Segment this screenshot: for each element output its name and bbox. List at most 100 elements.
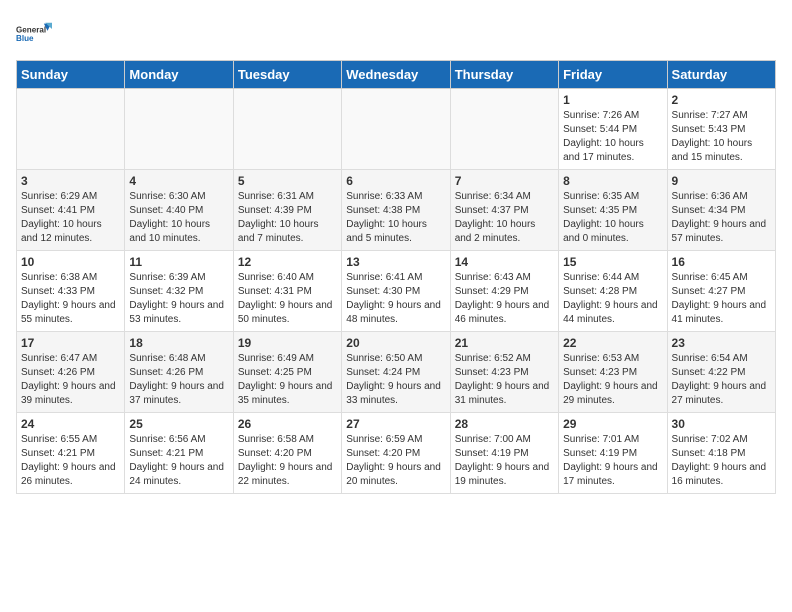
calendar-cell: 14Sunrise: 6:43 AM Sunset: 4:29 PM Dayli… [450, 251, 558, 332]
day-number: 26 [238, 417, 337, 431]
calendar-cell [342, 89, 450, 170]
day-info: Sunrise: 6:30 AM Sunset: 4:40 PM Dayligh… [129, 190, 228, 246]
day-info: Sunrise: 7:26 AM Sunset: 5:44 PM Dayligh… [563, 109, 662, 165]
logo: GeneralBlue [16, 16, 52, 52]
day-info: Sunrise: 6:38 AM Sunset: 4:33 PM Dayligh… [21, 271, 120, 327]
week-row-2: 3 Sunrise: 6:29 AM Sunset: 4:41 PM Daylig… [17, 170, 776, 251]
header: GeneralBlue [16, 16, 776, 52]
day-info: Sunrise: 7:00 AM Sunset: 4:19 PM Dayligh… [455, 433, 554, 489]
weekday-header-tuesday: Tuesday [233, 61, 341, 89]
weekday-header-saturday: Saturday [667, 61, 775, 89]
day-number: 25 [129, 417, 228, 431]
day-info: Sunrise: 6:35 AM Sunset: 4:35 PM Dayligh… [563, 190, 662, 246]
day-number: 1 [563, 93, 662, 107]
calendar-cell: 1 Sunrise: 7:26 AM Sunset: 5:44 PM Daylig… [559, 89, 667, 170]
calendar: SundayMondayTuesdayWednesdayThursdayFrid… [16, 60, 776, 494]
day-number: 12 [238, 255, 337, 269]
day-info: Sunrise: 6:47 AM Sunset: 4:26 PM Dayligh… [21, 352, 120, 408]
week-row-3: 10 Sunrise: 6:38 AM Sunset: 4:33 PM Dayli… [17, 251, 776, 332]
day-info: Sunrise: 6:55 AM Sunset: 4:21 PM Dayligh… [21, 433, 120, 489]
week-row-4: 17 Sunrise: 6:47 AM Sunset: 4:26 PM Dayli… [17, 332, 776, 413]
day-number: 22 [563, 336, 662, 350]
calendar-cell [17, 89, 125, 170]
day-number: 16 [672, 255, 771, 269]
calendar-cell: 6 Sunrise: 6:33 AM Sunset: 4:38 PM Daylig… [342, 170, 450, 251]
day-number: 6 [346, 174, 445, 188]
calendar-cell: 13Sunrise: 6:41 AM Sunset: 4:30 PM Dayli… [342, 251, 450, 332]
day-info: Sunrise: 6:40 AM Sunset: 4:31 PM Dayligh… [238, 271, 337, 327]
day-info: Sunrise: 6:44 AM Sunset: 4:28 PM Dayligh… [563, 271, 662, 327]
weekday-header-monday: Monday [125, 61, 233, 89]
calendar-cell: 16 Sunrise: 6:45 AM Sunset: 4:27 PM Dayli… [667, 251, 775, 332]
calendar-cell: 23 Sunrise: 6:54 AM Sunset: 4:22 PM Dayli… [667, 332, 775, 413]
logo-icon: GeneralBlue [16, 16, 52, 52]
calendar-cell: 10 Sunrise: 6:38 AM Sunset: 4:33 PM Dayli… [17, 251, 125, 332]
day-info: Sunrise: 6:56 AM Sunset: 4:21 PM Dayligh… [129, 433, 228, 489]
calendar-cell [450, 89, 558, 170]
day-number: 23 [672, 336, 771, 350]
day-number: 11 [129, 255, 228, 269]
calendar-cell: 24 Sunrise: 6:55 AM Sunset: 4:21 PM Dayli… [17, 413, 125, 494]
day-number: 28 [455, 417, 554, 431]
calendar-cell: 22 Sunrise: 6:53 AM Sunset: 4:23 PM Dayli… [559, 332, 667, 413]
weekday-header-wednesday: Wednesday [342, 61, 450, 89]
day-number: 8 [563, 174, 662, 188]
calendar-cell: 19Sunrise: 6:49 AM Sunset: 4:25 PM Dayli… [233, 332, 341, 413]
calendar-cell: 17 Sunrise: 6:47 AM Sunset: 4:26 PM Dayli… [17, 332, 125, 413]
day-info: Sunrise: 6:39 AM Sunset: 4:32 PM Dayligh… [129, 271, 228, 327]
day-info: Sunrise: 7:01 AM Sunset: 4:19 PM Dayligh… [563, 433, 662, 489]
day-number: 24 [21, 417, 120, 431]
calendar-cell: 11 Sunrise: 6:39 AM Sunset: 4:32 PM Dayli… [125, 251, 233, 332]
day-number: 15 [563, 255, 662, 269]
day-info: Sunrise: 6:33 AM Sunset: 4:38 PM Dayligh… [346, 190, 445, 246]
day-info: Sunrise: 7:02 AM Sunset: 4:18 PM Dayligh… [672, 433, 771, 489]
day-number: 10 [21, 255, 120, 269]
week-row-5: 24 Sunrise: 6:55 AM Sunset: 4:21 PM Dayli… [17, 413, 776, 494]
day-info: Sunrise: 6:49 AM Sunset: 4:25 PM Dayligh… [238, 352, 337, 408]
day-info: Sunrise: 6:48 AM Sunset: 4:26 PM Dayligh… [129, 352, 228, 408]
day-number: 17 [21, 336, 120, 350]
day-info: Sunrise: 6:59 AM Sunset: 4:20 PM Dayligh… [346, 433, 445, 489]
day-info: Sunrise: 6:53 AM Sunset: 4:23 PM Dayligh… [563, 352, 662, 408]
day-info: Sunrise: 7:27 AM Sunset: 5:43 PM Dayligh… [672, 109, 771, 165]
week-row-1: 1 Sunrise: 7:26 AM Sunset: 5:44 PM Daylig… [17, 89, 776, 170]
calendar-cell: 18Sunrise: 6:48 AM Sunset: 4:26 PM Dayli… [125, 332, 233, 413]
day-info: Sunrise: 6:34 AM Sunset: 4:37 PM Dayligh… [455, 190, 554, 246]
day-number: 2 [672, 93, 771, 107]
calendar-cell: 8 Sunrise: 6:35 AM Sunset: 4:35 PM Daylig… [559, 170, 667, 251]
calendar-cell: 28 Sunrise: 7:00 AM Sunset: 4:19 PM Dayli… [450, 413, 558, 494]
calendar-cell: 9 Sunrise: 6:36 AM Sunset: 4:34 PM Daylig… [667, 170, 775, 251]
day-info: Sunrise: 6:50 AM Sunset: 4:24 PM Dayligh… [346, 352, 445, 408]
day-number: 30 [672, 417, 771, 431]
calendar-cell: 4 Sunrise: 6:30 AM Sunset: 4:40 PM Daylig… [125, 170, 233, 251]
calendar-cell: 5 Sunrise: 6:31 AM Sunset: 4:39 PM Daylig… [233, 170, 341, 251]
weekday-header-friday: Friday [559, 61, 667, 89]
day-number: 21 [455, 336, 554, 350]
day-info: Sunrise: 6:52 AM Sunset: 4:23 PM Dayligh… [455, 352, 554, 408]
day-number: 5 [238, 174, 337, 188]
day-number: 9 [672, 174, 771, 188]
calendar-cell [233, 89, 341, 170]
calendar-cell: 2 Sunrise: 7:27 AM Sunset: 5:43 PM Daylig… [667, 89, 775, 170]
calendar-cell: 30 Sunrise: 7:02 AM Sunset: 4:18 PM Dayli… [667, 413, 775, 494]
calendar-cell: 29 Sunrise: 7:01 AM Sunset: 4:19 PM Dayli… [559, 413, 667, 494]
day-number: 20 [346, 336, 445, 350]
day-number: 14 [455, 255, 554, 269]
day-info: Sunrise: 6:29 AM Sunset: 4:41 PM Dayligh… [21, 190, 120, 246]
day-number: 4 [129, 174, 228, 188]
day-info: Sunrise: 6:31 AM Sunset: 4:39 PM Dayligh… [238, 190, 337, 246]
calendar-cell: 20 Sunrise: 6:50 AM Sunset: 4:24 PM Dayli… [342, 332, 450, 413]
day-info: Sunrise: 6:36 AM Sunset: 4:34 PM Dayligh… [672, 190, 771, 246]
day-number: 27 [346, 417, 445, 431]
day-number: 3 [21, 174, 120, 188]
calendar-cell: 15 Sunrise: 6:44 AM Sunset: 4:28 PM Dayli… [559, 251, 667, 332]
calendar-cell: 7Sunrise: 6:34 AM Sunset: 4:37 PM Daylig… [450, 170, 558, 251]
weekday-header-thursday: Thursday [450, 61, 558, 89]
svg-text:General: General [16, 26, 46, 35]
svg-text:Blue: Blue [16, 34, 34, 43]
day-number: 13 [346, 255, 445, 269]
day-info: Sunrise: 6:45 AM Sunset: 4:27 PM Dayligh… [672, 271, 771, 327]
day-info: Sunrise: 6:54 AM Sunset: 4:22 PM Dayligh… [672, 352, 771, 408]
calendar-cell: 27 Sunrise: 6:59 AM Sunset: 4:20 PM Dayli… [342, 413, 450, 494]
day-number: 29 [563, 417, 662, 431]
